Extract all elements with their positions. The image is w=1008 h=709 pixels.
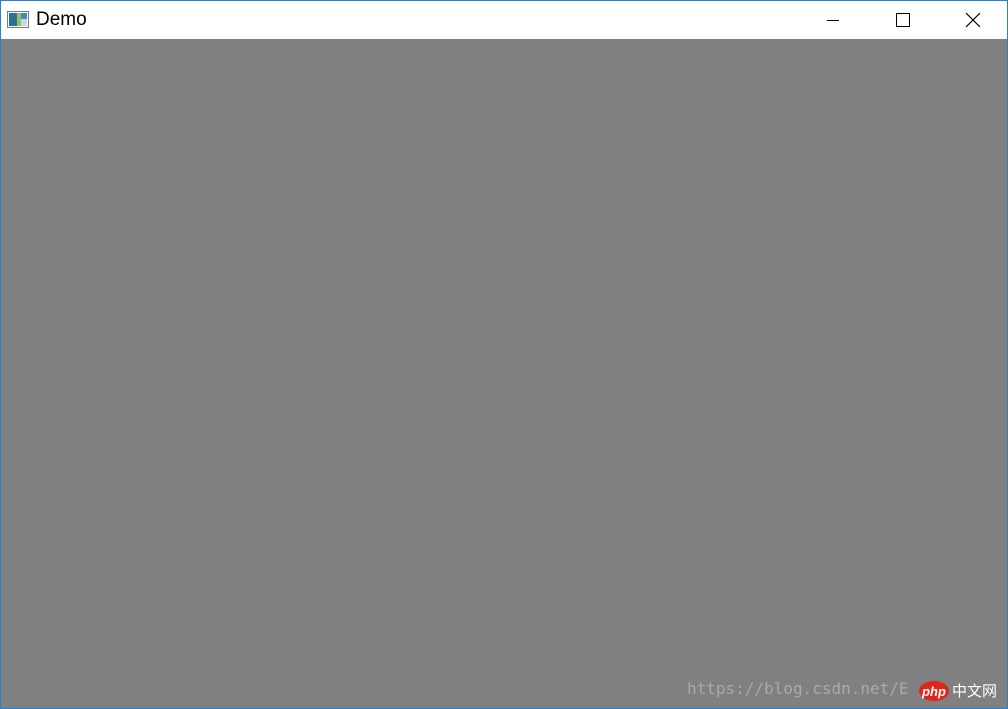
minimize-icon — [825, 12, 841, 28]
maximize-button[interactable] — [868, 1, 938, 39]
maximize-icon — [895, 12, 911, 28]
client-area — [1, 39, 1007, 708]
app-window: Demo https://blog.csdn.net/E php 中文网 — [0, 0, 1008, 709]
watermark-logo: php 中文网 — [919, 681, 997, 701]
close-icon — [965, 12, 981, 28]
close-button[interactable] — [938, 1, 1007, 39]
title-bar[interactable]: Demo — [1, 1, 1007, 39]
app-window-icon — [7, 11, 29, 28]
watermark-logo-suffix: 中文网 — [952, 682, 998, 700]
window-title: Demo — [36, 9, 87, 30]
minimize-button[interactable] — [798, 1, 868, 39]
watermark-url: https://blog.csdn.net/E — [687, 679, 909, 698]
watermark-logo-badge: php — [919, 681, 949, 701]
